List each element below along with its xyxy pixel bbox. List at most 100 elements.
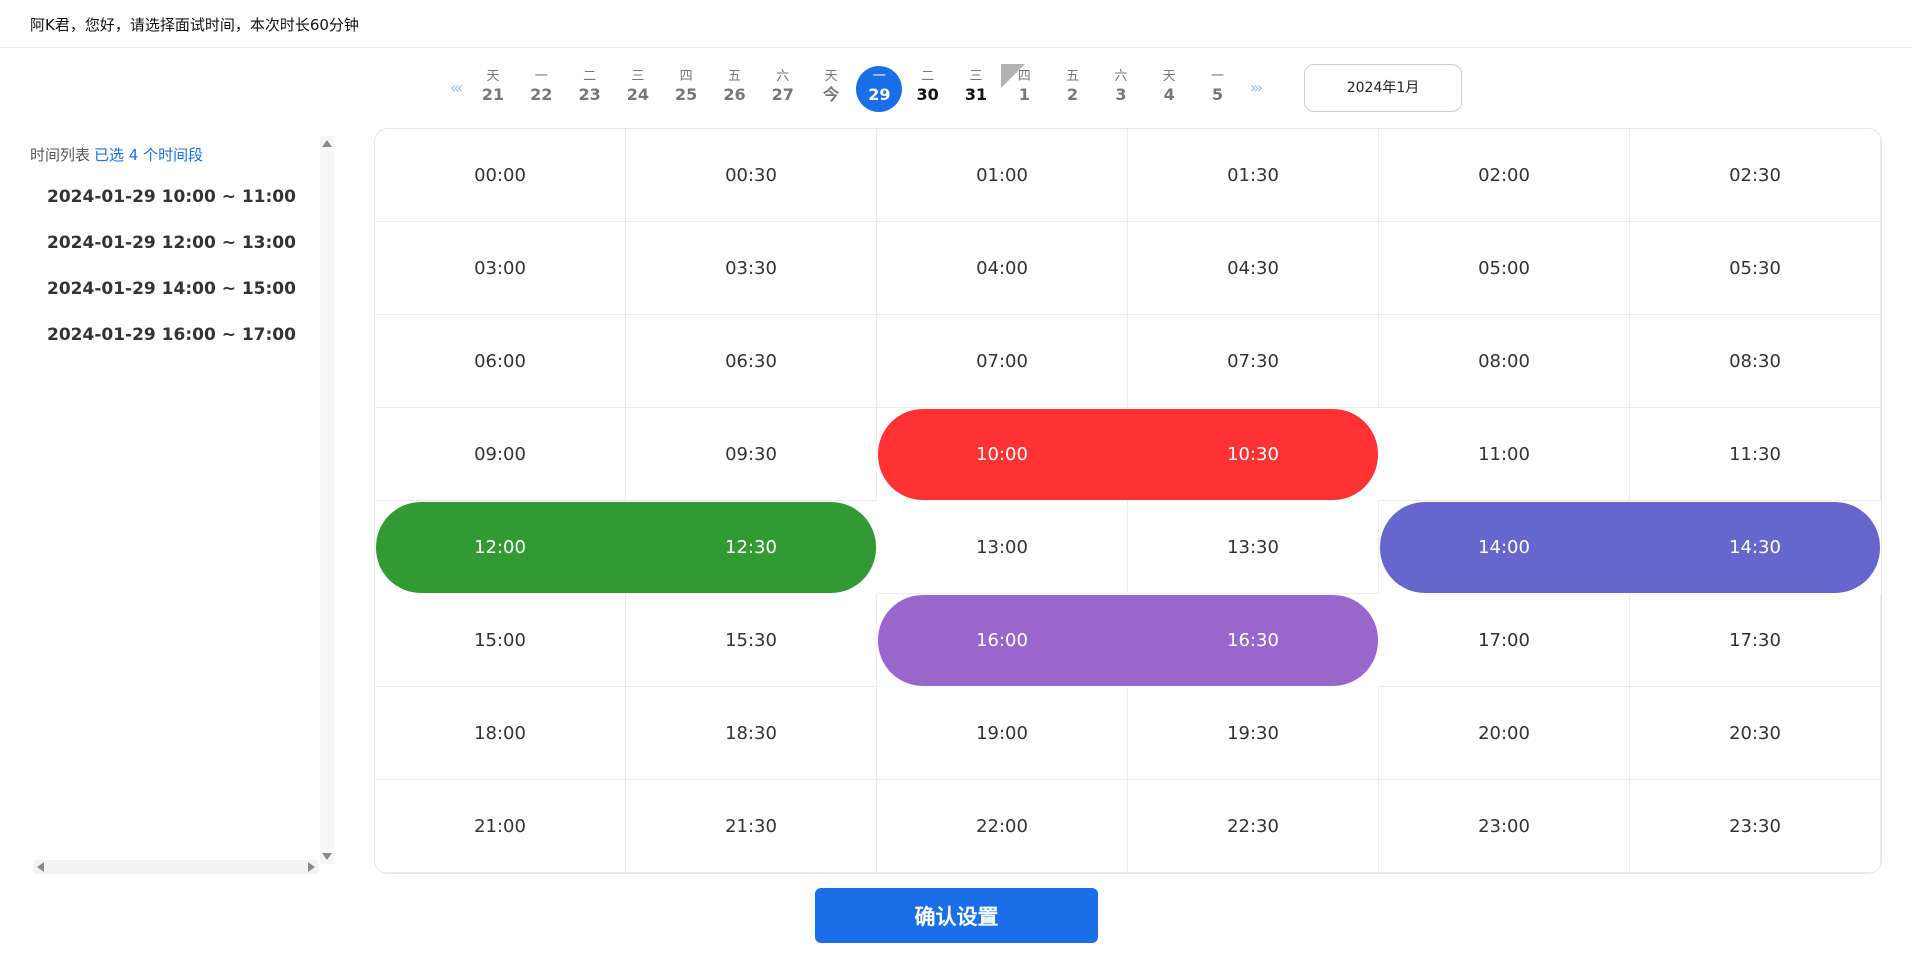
time-list-title: 时间列表 [30, 146, 91, 164]
scroll-down-icon[interactable] [322, 853, 332, 860]
time-slot-cell[interactable]: 13:30 [1128, 501, 1379, 594]
selected-slot-item[interactable]: 2024-01-29 10:00 ~ 11:00 [47, 186, 296, 232]
time-slot-label: 23:30 [1729, 815, 1781, 837]
selected-slot-item[interactable]: 2024-01-29 14:00 ~ 15:00 [47, 278, 296, 324]
time-slot-cell[interactable]: 09:30 [626, 408, 877, 501]
time-slot-cell[interactable]: 07:00 [877, 315, 1128, 408]
horizontal-scrollbar[interactable] [34, 860, 318, 874]
day-weekday: 一 [534, 69, 548, 84]
time-slot-cell[interactable]: 11:00 [1379, 408, 1630, 501]
time-slot-label: 02:00 [1478, 164, 1530, 186]
selected-slot-item[interactable]: 2024-01-29 16:00 ~ 17:00 [47, 324, 296, 370]
time-slot-cell[interactable]: 23:00 [1379, 780, 1630, 873]
time-slot-cell[interactable]: 20:30 [1630, 687, 1881, 780]
day-11[interactable]: 四1 [1001, 64, 1047, 112]
time-slot-cell[interactable]: 02:00 [1379, 129, 1630, 222]
time-slot-cell[interactable]: 10:00 [877, 408, 1128, 501]
scroll-left-icon[interactable] [37, 862, 44, 872]
time-slot-cell[interactable]: 01:00 [877, 129, 1128, 222]
time-slot-cell[interactable]: 22:30 [1128, 780, 1379, 873]
time-slot-label: 17:00 [1478, 629, 1530, 651]
time-slot-cell[interactable]: 16:30 [1128, 594, 1379, 687]
time-slot-cell[interactable]: 03:30 [626, 222, 877, 315]
time-slot-cell[interactable]: 06:30 [626, 315, 877, 408]
day-2[interactable]: 二 23 [567, 66, 613, 112]
time-slot-label: 21:30 [725, 815, 777, 837]
time-slot-cell[interactable]: 10:30 [1128, 408, 1379, 501]
day-14[interactable]: 天4 [1146, 66, 1192, 112]
time-slot-cell[interactable]: 22:00 [877, 780, 1128, 873]
time-slot-label: 15:00 [474, 629, 526, 651]
time-slot-cell[interactable]: 04:00 [877, 222, 1128, 315]
day-weekday: 天 [486, 69, 500, 84]
next-week-arrow-icon[interactable]: ›» [1250, 78, 1263, 97]
time-slot-label: 12:00 [474, 536, 526, 558]
time-slot-cell[interactable]: 23:30 [1630, 780, 1881, 873]
day-15[interactable]: 一5 [1195, 66, 1241, 112]
time-slot-label: 13:00 [976, 536, 1028, 558]
time-slot-cell[interactable]: 03:00 [375, 222, 626, 315]
confirm-settings-button[interactable]: 确认设置 [815, 888, 1098, 943]
time-slot-cell[interactable]: 12:00 [375, 501, 626, 594]
time-slot-cell[interactable]: 15:00 [375, 594, 626, 687]
time-slot-cell[interactable]: 01:30 [1128, 129, 1379, 222]
time-slot-cell[interactable]: 17:00 [1379, 594, 1630, 687]
day-13[interactable]: 六3 [1098, 66, 1144, 112]
time-slot-cell[interactable]: 12:30 [626, 501, 877, 594]
vertical-scrollbar[interactable] [320, 136, 334, 864]
time-slot-cell[interactable]: 18:30 [626, 687, 877, 780]
scroll-up-icon[interactable] [322, 140, 332, 147]
month-picker-button[interactable]: 2024年1月 [1304, 64, 1462, 112]
selected-slot-item[interactable]: 2024-01-29 12:00 ~ 13:00 [47, 232, 296, 278]
day-12[interactable]: 五2 [1050, 66, 1096, 112]
time-slot-cell[interactable]: 11:30 [1630, 408, 1881, 501]
time-slot-cell[interactable]: 19:00 [877, 687, 1128, 780]
time-slot-cell[interactable]: 05:30 [1630, 222, 1881, 315]
time-slot-cell[interactable]: 15:30 [626, 594, 877, 687]
time-slot-grid: 00:00 00:30 01:00 01:30 02:00 02:30 03:00 03:30… [374, 128, 1882, 874]
time-slot-cell[interactable]: 13:00 [877, 501, 1128, 594]
time-slot-cell[interactable]: 19:30 [1128, 687, 1379, 780]
time-slot-cell[interactable]: 18:00 [375, 687, 626, 780]
time-slot-cell[interactable]: 14:30 [1630, 501, 1881, 594]
day-9[interactable]: 二 30 [905, 66, 951, 112]
time-slot-cell[interactable]: 21:00 [375, 780, 626, 873]
time-slot-cell[interactable]: 07:30 [1128, 315, 1379, 408]
time-slot-cell[interactable]: 00:30 [626, 129, 877, 222]
time-slot-label: 13:30 [1227, 536, 1279, 558]
time-slot-label: 03:30 [725, 257, 777, 279]
time-slot-cell[interactable]: 17:30 [1630, 594, 1881, 687]
day-6[interactable]: 六 27 [760, 66, 806, 112]
time-slot-cell[interactable]: 08:00 [1379, 315, 1630, 408]
time-slot-cell[interactable]: 20:00 [1379, 687, 1630, 780]
time-slot-cell[interactable]: 02:30 [1630, 129, 1881, 222]
prev-week-arrow-icon[interactable]: «‹ [450, 78, 463, 97]
time-slot-label: 19:00 [976, 722, 1028, 744]
time-slot-cell[interactable]: 09:00 [375, 408, 626, 501]
day-weekday: 六 [776, 69, 790, 84]
day-10[interactable]: 三 31 [953, 66, 999, 112]
day-5[interactable]: 五 26 [712, 66, 758, 112]
day-8[interactable]: 一 29 [856, 66, 903, 112]
time-slot-cell[interactable]: 14:00 [1379, 501, 1630, 594]
day-3[interactable]: 三 24 [615, 66, 661, 112]
time-slot-label: 23:00 [1478, 815, 1530, 837]
time-slot-cell[interactable]: 06:00 [375, 315, 626, 408]
day-7[interactable]: 天今 [808, 66, 854, 112]
time-slot-cell[interactable]: 04:30 [1128, 222, 1379, 315]
day-0[interactable]: 天 21 [470, 66, 516, 112]
scroll-right-icon[interactable] [308, 862, 315, 872]
day-weekday: 一 [872, 69, 886, 84]
time-slot-label: 19:30 [1227, 722, 1279, 744]
day-weekday: 二 [583, 69, 597, 84]
time-slot-label: 08:00 [1478, 350, 1530, 372]
time-slot-label: 09:30 [725, 443, 777, 465]
time-slot-cell[interactable]: 00:00 [375, 129, 626, 222]
time-slot-cell[interactable]: 05:00 [1379, 222, 1630, 315]
time-slot-cell[interactable]: 16:00 [877, 594, 1128, 687]
day-number: 5 [1211, 85, 1224, 104]
day-1[interactable]: 一 22 [518, 66, 564, 112]
day-4[interactable]: 四 25 [663, 66, 709, 112]
time-slot-cell[interactable]: 21:30 [626, 780, 877, 873]
time-slot-cell[interactable]: 08:30 [1630, 315, 1881, 408]
